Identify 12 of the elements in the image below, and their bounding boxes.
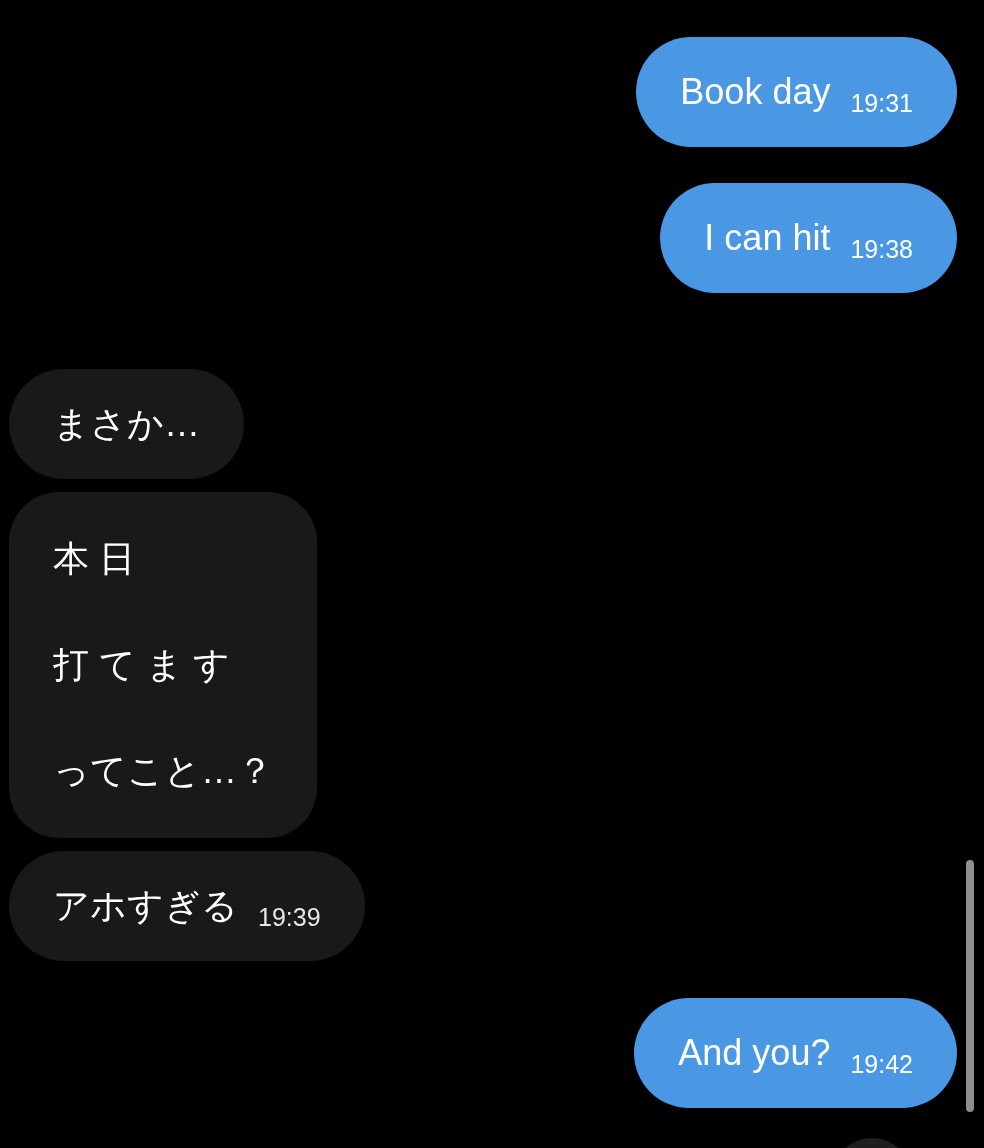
message-text: ってこと…？ — [53, 749, 273, 793]
message-text: 本 日 — [53, 537, 136, 581]
message-text: アホすぎる — [53, 884, 238, 928]
message-text: 打 て ま す — [53, 643, 231, 687]
message-text: I can hit — [704, 216, 831, 260]
message-text: Book day — [680, 70, 831, 114]
message-time: 19:42 — [850, 1049, 913, 1079]
message-time: 19:39 — [258, 902, 321, 932]
message-text: まさか… — [53, 402, 200, 446]
message-time: 19:38 — [850, 234, 913, 264]
message-text: And you? — [678, 1031, 831, 1075]
message-time: 19:31 — [850, 88, 913, 118]
